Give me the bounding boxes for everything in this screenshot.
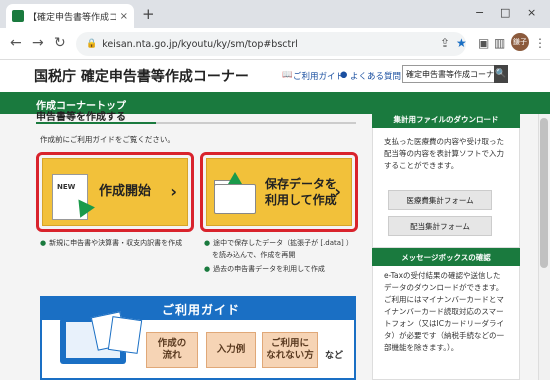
tab-close-icon[interactable]: × xyxy=(120,11,128,22)
book-icon: 📖 xyxy=(282,70,293,80)
start-note: ● 新規に申告書や決算書・収支内訳書を作成 xyxy=(40,239,183,247)
search-icon[interactable]: 🔍 xyxy=(494,65,508,83)
browser-toolbar: ← → ↻ 🔒 keisan.nta.go.jp/kyoutu/ky/sm/to… xyxy=(0,28,550,60)
site-favicon-icon xyxy=(12,10,24,22)
forward-button[interactable]: → xyxy=(32,35,44,51)
address-bar[interactable]: 🔒 keisan.nta.go.jp/kyoutu/ky/sm/top#bsct… xyxy=(76,32,466,56)
section-divider xyxy=(36,122,356,124)
share-icon[interactable]: ⇪ xyxy=(440,36,450,50)
start-create-label: 作成開始 xyxy=(99,184,152,199)
site-title[interactable]: 国税庁 確定申告書等作成コーナー xyxy=(34,66,249,86)
download-text: 支払った医療費の内容や受け取った 配当等の内容を表計算ソフトで入力 することがで… xyxy=(384,137,504,170)
msgbox-text: e-Taxの受付結果の確認や送信した データのダウンロードができます。 ご利用に… xyxy=(384,271,504,352)
extensions-icon[interactable]: ▣ xyxy=(478,36,489,50)
resume-note-1: ● 途中で保存したデータ（拡張子が [.data] ） xyxy=(204,239,354,247)
url-text: keisan.nta.go.jp/kyoutu/ky/sm/top#bsctrl xyxy=(102,38,298,50)
sidepanel-icon[interactable]: ▥ xyxy=(494,36,505,50)
scrollbar-thumb[interactable] xyxy=(540,118,548,268)
chevron-right-icon: › xyxy=(170,182,177,201)
guide-flow-button[interactable]: 作成の 流れ xyxy=(146,332,198,368)
faq-link[interactable]: よくある質問 xyxy=(350,70,401,82)
minimize-button[interactable]: − xyxy=(475,6,484,19)
help-icon: ● xyxy=(340,70,348,80)
guide-title: ご利用ガイド xyxy=(162,303,241,317)
chevron-right-icon: › xyxy=(334,182,341,201)
resume-note-1b: を読み込んで、作成を再開 xyxy=(212,251,296,259)
dividend-form-button[interactable]: 配当集計フォーム xyxy=(388,216,492,236)
upload-arrow-icon xyxy=(228,172,242,184)
profile-avatar[interactable]: 鎌子 xyxy=(511,33,529,51)
maximize-button[interactable]: □ xyxy=(500,6,510,19)
new-tab-button[interactable]: + xyxy=(142,5,155,23)
folder-icon xyxy=(214,184,256,214)
resume-create-label: 保存データを 利用して作成 xyxy=(265,177,338,208)
msgbox-panel-title: メッセージボックスの確認 xyxy=(372,248,520,266)
tab-title: 【確定申告書等作成コーナー】-作成 xyxy=(28,12,116,23)
paper-icon xyxy=(107,316,143,354)
site-header: 国税庁 確定申告書等作成コーナー 📖 ご利用ガイド ● よくある質問 確定申告書… xyxy=(0,60,550,88)
browser-tab[interactable]: 【確定申告書等作成コーナー】-作成 × xyxy=(6,4,134,28)
back-button[interactable]: ← xyxy=(10,35,22,51)
menu-icon[interactable]: ⋮ xyxy=(534,36,546,50)
guide-unfamiliar-button[interactable]: ご利用に なれない方 xyxy=(262,332,318,368)
intro-text: 作成前にご利用ガイドをご覧ください。 xyxy=(40,135,175,144)
new-tag: NEW xyxy=(57,183,76,191)
resume-note-2: ● 過去の申告書データを利用して作成 xyxy=(204,265,325,273)
bookmark-star-icon[interactable]: ★ xyxy=(456,36,467,50)
guide-example-button[interactable]: 入力例 xyxy=(206,332,256,368)
site-search-input[interactable]: 確定申告書等作成コーナー xyxy=(402,65,496,83)
window-close-button[interactable]: × xyxy=(527,6,536,19)
section-title: 申告書等を作成する xyxy=(36,112,126,123)
download-panel-title: 集計用ファイルのダウンロード xyxy=(372,110,520,128)
medical-form-button[interactable]: 医療費集計フォーム xyxy=(388,190,492,210)
reload-button[interactable]: ↻ xyxy=(54,35,66,51)
guide-link[interactable]: ご利用ガイド xyxy=(293,70,344,82)
guide-more-text: など xyxy=(325,351,344,361)
lock-icon: 🔒 xyxy=(86,39,98,49)
